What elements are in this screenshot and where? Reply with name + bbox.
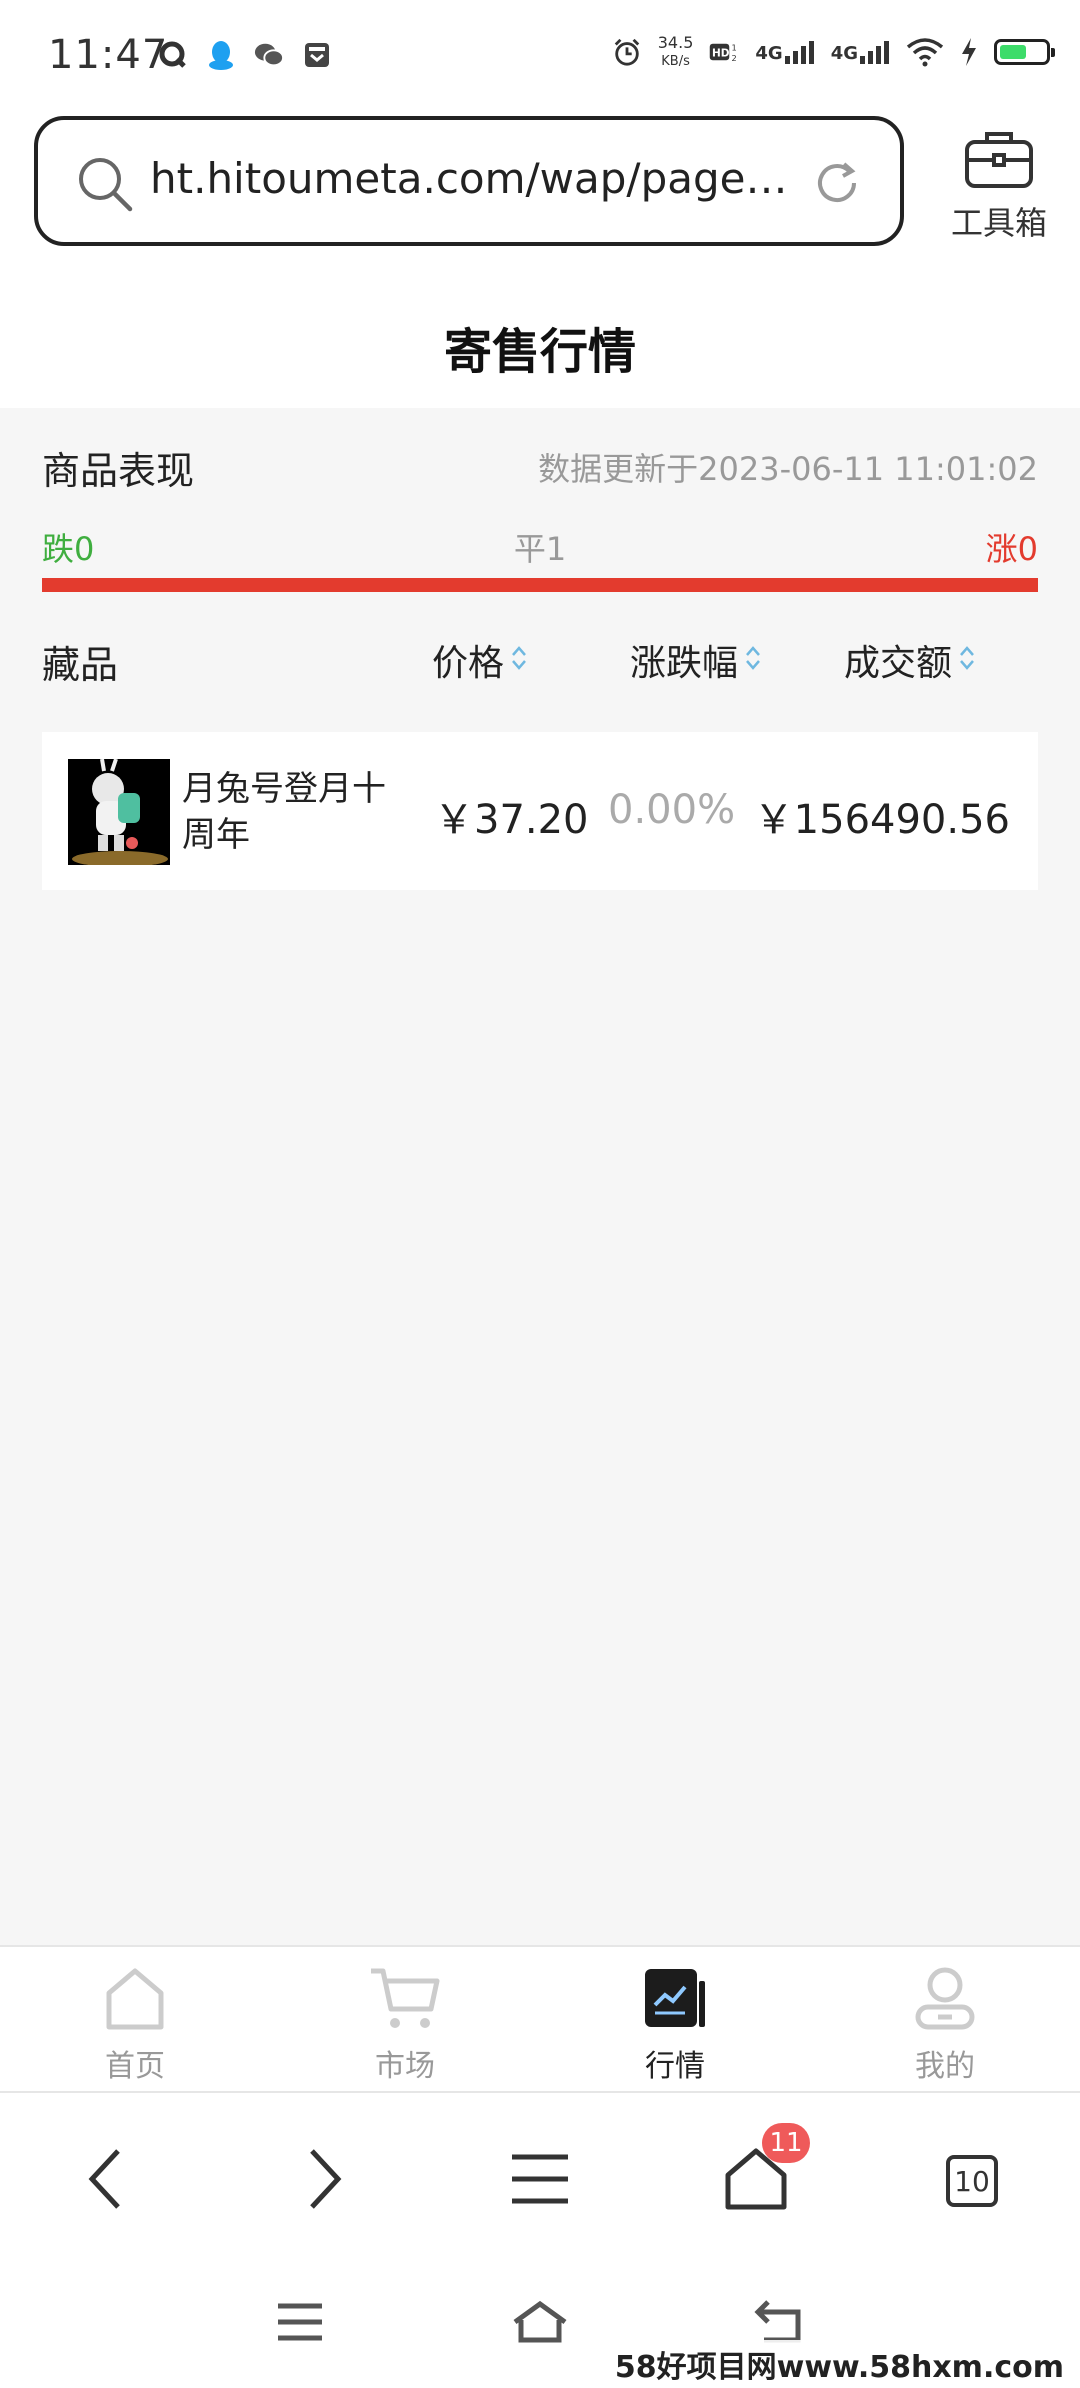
- signal-2: 4G: [831, 40, 890, 64]
- address-bar[interactable]: ht.hitoumeta.com/wap/page…: [34, 116, 904, 246]
- collectible-thumbnail: [68, 759, 170, 865]
- trend-distribution-bar: [42, 578, 1038, 592]
- net-speed: 34.5 KB/s: [658, 34, 694, 70]
- browser-toolbar: ht.hitoumeta.com/wap/page… 工具箱: [0, 110, 1080, 260]
- wifi-icon: [906, 37, 944, 67]
- toolbox-icon: [963, 132, 1035, 194]
- sort-icon: [510, 640, 528, 681]
- home-icon: [103, 1968, 167, 2035]
- browser-home-button[interactable]: 11: [716, 2123, 810, 2221]
- signal-bars-icon: [784, 41, 814, 64]
- qq-icon: [206, 40, 236, 70]
- tab-quotes[interactable]: 行情: [600, 1965, 750, 2085]
- sort-icon: [744, 640, 762, 681]
- system-nav-bar: 58好项目网www.58hxm.com: [0, 2263, 1080, 2388]
- chevron-right-icon: [304, 2147, 344, 2215]
- header-collectible: 藏品: [42, 634, 118, 689]
- flat-count: 平1: [513, 530, 567, 568]
- sort-amount-button[interactable]: 成交额: [844, 634, 976, 686]
- browser-app-icon: [158, 40, 188, 70]
- wallet-app-icon: [302, 40, 332, 70]
- tab-mine[interactable]: 我的: [870, 1965, 1020, 2085]
- search-icon: [76, 155, 134, 217]
- svg-text:HD: HD: [712, 48, 730, 60]
- collectible-name: 月兔号登月十周年: [182, 769, 386, 855]
- forward-button[interactable]: [284, 2141, 364, 2221]
- collectible-price: ￥37.20: [434, 797, 589, 843]
- tab-mine-label: 我的: [915, 2049, 975, 2084]
- browser-nav-bar: 11 10: [0, 2093, 1080, 2263]
- net-speed-unit: KB/s: [661, 54, 690, 69]
- page-header: 寄售行情: [0, 260, 1080, 408]
- tabs-button[interactable]: 10: [932, 2141, 1012, 2221]
- menu-icon: [510, 2149, 570, 2213]
- collectible-amount: ￥156490.56: [753, 797, 1010, 843]
- toolbox-button[interactable]: 工具箱: [944, 128, 1054, 244]
- signal-1-label: 4G: [755, 43, 783, 64]
- charging-icon: [960, 37, 978, 67]
- signal-bars-icon: [860, 41, 889, 64]
- system-icons: 34.5 KB/s HD 1 2 4G 4G: [612, 34, 1055, 70]
- chart-icon: [641, 1969, 709, 2035]
- refresh-icon[interactable]: [810, 156, 864, 214]
- header-price-label: 价格: [432, 643, 505, 684]
- tab-market[interactable]: 市场: [330, 1965, 480, 2085]
- status-time: 11:47: [48, 32, 169, 78]
- signal-2-label: 4G: [830, 43, 858, 64]
- header-amount-label: 成交额: [844, 643, 953, 684]
- collectible-change: 0.00%: [608, 787, 736, 833]
- battery-icon: [994, 39, 1055, 65]
- notification-badge: 11: [762, 2123, 810, 2163]
- table-row[interactable]: 月兔号登月十周年 ￥37.20 0.00% ￥156490.56: [42, 732, 1038, 890]
- summary-title: 商品表现: [42, 449, 195, 493]
- net-speed-value: 34.5: [657, 33, 694, 52]
- status-bar: 11:47 34.5 KB/s HD 1 2 4G 4G: [0, 0, 1080, 110]
- tab-quotes-label: 行情: [645, 2049, 705, 2084]
- system-menu-button[interactable]: [270, 2299, 330, 2349]
- update-time: 数据更新于2023-06-11 11:01:02: [538, 450, 1038, 488]
- menu-button[interactable]: [500, 2141, 580, 2221]
- user-icon: [912, 1967, 978, 2035]
- sort-price-button[interactable]: 价格: [432, 634, 528, 686]
- up-count: 涨0: [985, 530, 1038, 568]
- watermark: 58好项目网www.58hxm.com: [608, 2340, 1070, 2388]
- header-change-label: 涨跌幅: [630, 643, 739, 684]
- hd-icon: HD 1 2: [709, 37, 739, 67]
- svg-text:1: 1: [732, 43, 737, 53]
- toolbox-label: 工具箱: [950, 204, 1047, 242]
- tab-home[interactable]: 首页: [60, 1965, 210, 2085]
- sort-icon: [958, 640, 976, 681]
- battery-level: [1000, 45, 1026, 59]
- sort-change-button[interactable]: 涨跌幅: [630, 634, 762, 686]
- signal-1: 4G: [755, 40, 814, 64]
- tabs-count: 10: [946, 2155, 998, 2207]
- bottom-tab-bar: 首页 市场 行情 我的: [0, 1945, 1080, 2093]
- home-icon: [511, 2300, 569, 2348]
- menu-icon: [276, 2302, 324, 2346]
- tab-home-label: 首页: [105, 2049, 165, 2084]
- page-title: 寄售行情: [443, 324, 636, 380]
- system-home-button[interactable]: [510, 2299, 570, 2349]
- url-text[interactable]: ht.hitoumeta.com/wap/page…: [150, 154, 790, 203]
- header-collectible-label: 藏品: [42, 643, 119, 687]
- wechat-icon: [254, 40, 284, 70]
- down-count: 跌0: [42, 530, 95, 568]
- alarm-icon: [612, 37, 642, 67]
- notification-icons: [158, 40, 332, 70]
- tab-market-label: 市场: [375, 2049, 435, 2084]
- svg-text:2: 2: [732, 53, 737, 63]
- cart-icon: [367, 1968, 443, 2035]
- back-button[interactable]: [66, 2141, 146, 2221]
- chevron-left-icon: [86, 2147, 126, 2215]
